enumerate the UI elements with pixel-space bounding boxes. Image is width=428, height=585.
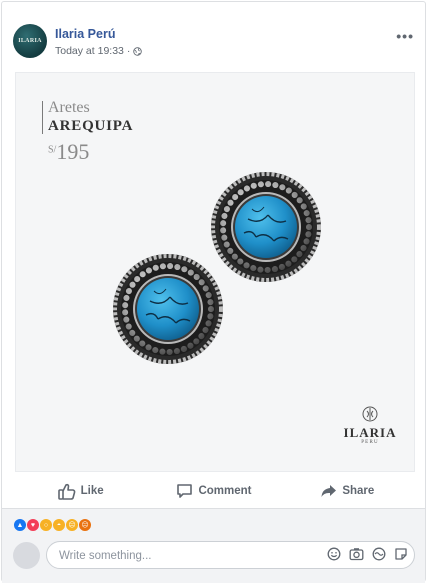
page-avatar[interactable]: ILARIA [13, 24, 47, 58]
comment-input[interactable] [57, 547, 311, 565]
love-reaction-icon[interactable]: ♥ [26, 518, 40, 532]
more-options-button[interactable]: ••• [396, 28, 414, 44]
share-button[interactable]: Share [281, 476, 414, 506]
post-actions: Like Comment Share [14, 476, 414, 506]
share-label: Share [342, 485, 375, 497]
comment-label: Comment [198, 485, 252, 497]
comment-composer[interactable] [46, 541, 415, 569]
page-name-link[interactable]: Ilaria Perú [55, 27, 115, 41]
camera-icon[interactable] [349, 547, 364, 561]
earring-right [211, 172, 321, 282]
post-timestamp[interactable]: Today at 19:33 [55, 45, 124, 57]
sticker-icon[interactable] [394, 547, 408, 561]
post-header: ILARIA Ilaria Perú Today at 19:33 · ••• [2, 2, 425, 64]
like-label: Like [80, 485, 104, 497]
reaction-bar[interactable]: ▲ ♥ ○ ◓ ☹ ☹ [13, 518, 92, 532]
post-photo[interactable]: Aretes AREQUIPA S/195 ILARIA PERU [15, 72, 415, 472]
thumbs-up-icon [57, 483, 76, 500]
sad-reaction-icon[interactable]: ☹ [65, 518, 79, 532]
angry-reaction-icon[interactable]: ☹ [78, 518, 92, 532]
emoji-icon[interactable] [327, 547, 341, 561]
meta-separator: · [126, 45, 131, 57]
globe-icon[interactable] [133, 46, 143, 56]
post-card: ILARIA Ilaria Perú Today at 19:33 · ••• … [1, 1, 426, 583]
haha-reaction-icon[interactable]: ◓ [52, 518, 66, 532]
post-meta: Today at 19:33 · [55, 45, 143, 57]
user-avatar [13, 542, 40, 569]
brand-emblem-icon [362, 406, 378, 422]
composer-icons [327, 547, 408, 561]
avatar-text: ILARIA [18, 38, 42, 44]
post-footer: ▲ ♥ ○ ◓ ☹ ☹ [2, 509, 425, 583]
brand-logo-word: ILARIA [343, 425, 397, 440]
earring-left [113, 254, 223, 364]
comment-button[interactable]: Comment [147, 476, 280, 506]
share-icon [321, 485, 337, 497]
brand-logo: ILARIA PERU [341, 405, 399, 445]
comment-icon [177, 484, 193, 498]
wow-reaction-icon[interactable]: ○ [39, 518, 53, 532]
like-reaction-icon[interactable]: ▲ [13, 518, 27, 532]
like-button[interactable]: Like [14, 476, 147, 506]
gif-icon[interactable] [372, 547, 386, 561]
